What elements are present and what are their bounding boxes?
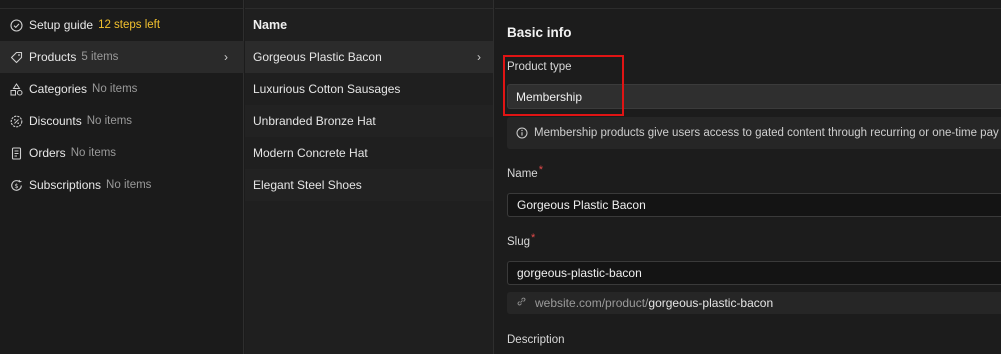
product-type-info: Membership products give users access to… <box>507 117 1001 149</box>
slug-label-text: Slug <box>507 236 531 248</box>
sidebar-item-label: Categories <box>29 82 88 96</box>
sidebar-item-orders[interactable]: Orders No items <box>0 137 244 169</box>
product-type-value: Membership <box>516 89 583 104</box>
name-label-text: Name <box>507 168 538 180</box>
receipt-icon <box>10 146 23 160</box>
sidebar-item-count: No items <box>92 83 138 95</box>
info-text: Membership products give users access to… <box>534 127 999 139</box>
chevron-right-icon: › <box>477 50 481 64</box>
name-input[interactable]: Gorgeous Plastic Bacon <box>507 193 1001 217</box>
sidebar-item-count: No items <box>86 115 133 127</box>
list-item-label: Modern Concrete Hat <box>253 146 368 160</box>
product-list: Name Gorgeous Plastic Bacon › Luxurious … <box>245 0 494 354</box>
product-type-select[interactable]: Membership <box>507 84 1001 109</box>
discount-badge-icon <box>10 115 23 128</box>
slug-url-preview: website.com/product/gorgeous-plastic-bac… <box>507 292 1001 314</box>
sidebar-item-count: 5 items <box>81 51 119 63</box>
name-label: Name* <box>507 164 543 180</box>
column-header-name[interactable]: Name <box>245 9 493 41</box>
section-title: Basic info <box>507 25 572 40</box>
required-mark: * <box>538 164 543 176</box>
link-icon <box>517 297 526 309</box>
svg-text:$: $ <box>14 182 18 190</box>
name-input-value: Gorgeous Plastic Bacon <box>517 198 646 212</box>
check-circle-icon <box>10 18 23 32</box>
product-detail-panel: Basic info Product type Membership Membe… <box>495 0 1001 354</box>
sidebar-item-categories[interactable]: Categories No items <box>0 73 244 105</box>
sidebar-item-label: Discounts <box>29 114 82 128</box>
sidebar-item-count: No items <box>70 147 117 159</box>
sidebar-item-products[interactable]: Products 5 items › <box>0 41 244 73</box>
url-prefix: website.com/product/ <box>535 296 649 310</box>
required-mark: * <box>531 232 536 244</box>
list-item[interactable]: Modern Concrete Hat <box>245 137 493 169</box>
list-item-label: Elegant Steel Shoes <box>253 178 362 192</box>
sidebar-item-setup-guide[interactable]: Setup guide 12 steps left <box>0 9 244 41</box>
list-item[interactable]: Gorgeous Plastic Bacon › <box>245 41 493 73</box>
list-item-label: Luxurious Cotton Sausages <box>253 82 401 96</box>
sidebar-item-discounts[interactable]: Discounts No items <box>0 105 244 137</box>
sidebar-item-label: Orders <box>29 146 66 160</box>
dollar-cycle-icon: $ <box>10 179 23 192</box>
shapes-icon <box>10 82 23 96</box>
list-item[interactable]: Elegant Steel Shoes <box>245 169 493 201</box>
tag-icon <box>10 51 23 64</box>
divider <box>495 8 1001 9</box>
slug-input[interactable]: gorgeous-plastic-bacon <box>507 261 1001 285</box>
url-slug: gorgeous-plastic-bacon <box>648 296 774 310</box>
sidebar-item-count: 12 steps left <box>98 19 161 31</box>
list-item-label: Unbranded Bronze Hat <box>253 114 376 128</box>
slug-label: Slug* <box>507 232 535 248</box>
list-item[interactable]: Unbranded Bronze Hat <box>245 105 493 137</box>
list-item[interactable]: Luxurious Cotton Sausages <box>245 73 493 105</box>
info-icon <box>516 127 528 139</box>
sidebar: Setup guide 12 steps left Products 5 ite… <box>0 0 244 354</box>
sidebar-item-label: Products <box>29 50 77 64</box>
sidebar-item-count: No items <box>106 179 152 191</box>
sidebar-item-label: Setup guide <box>29 18 94 32</box>
chevron-right-icon: › <box>224 50 228 64</box>
list-item-label: Gorgeous Plastic Bacon <box>253 50 382 64</box>
sidebar-item-label: Subscriptions <box>29 178 102 192</box>
sidebar-item-subscriptions[interactable]: $ Subscriptions No items <box>0 169 244 201</box>
slug-input-value: gorgeous-plastic-bacon <box>517 266 642 280</box>
description-label: Description <box>507 334 565 346</box>
product-type-label: Product type <box>507 61 572 73</box>
